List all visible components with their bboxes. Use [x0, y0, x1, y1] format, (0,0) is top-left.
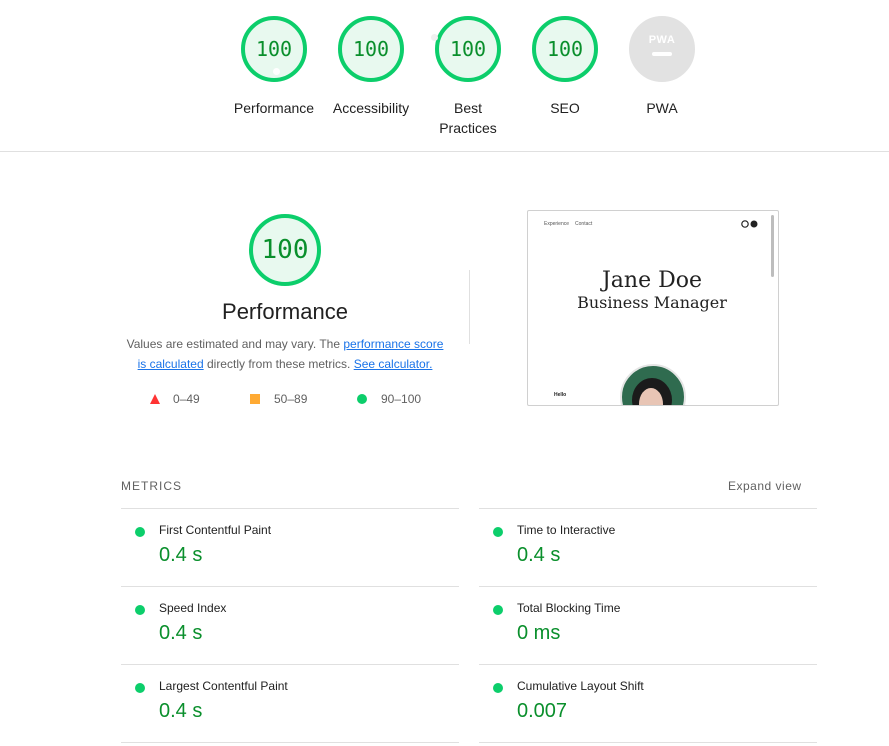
legend-pass: 90–100: [357, 392, 421, 406]
gauge-accessibility[interactable]: 100 Accessibility: [321, 16, 421, 118]
metric-label: Speed Index: [159, 601, 227, 615]
seo-score-ring: 100: [532, 16, 598, 82]
screenshot-role: Business Manager: [577, 293, 727, 312]
seo-score: 100: [546, 37, 584, 61]
fail-triangle-icon: [150, 394, 160, 404]
sparkle-dot: [431, 34, 438, 41]
pass-circle-icon: [135, 527, 145, 537]
metric-value: 0.4 s: [159, 544, 203, 566]
gauge-label-pwa: PWA: [646, 100, 678, 116]
legend-fail-range: 0–49: [173, 392, 200, 406]
pass-circle-icon: [357, 394, 367, 404]
vertical-separator: [469, 270, 470, 344]
gauge-label-performance: Performance: [233, 100, 315, 116]
gauge-best-practices[interactable]: 100 Best Practices: [418, 16, 518, 138]
gauge-performance[interactable]: 100 Performance: [224, 16, 324, 118]
screenshot-hello: Hello: [554, 392, 567, 398]
legend-fail: 0–49: [150, 392, 200, 406]
legend-average: 50–89: [250, 392, 307, 406]
avatar: [620, 364, 686, 405]
gauge-label-accessibility: Accessibility: [332, 100, 410, 116]
pass-circle-icon: [493, 683, 503, 693]
metric-label: Time to Interactive: [517, 523, 616, 537]
category-gauges: 100 Performance 100 Accessibility 100 Be…: [0, 16, 889, 136]
pwa-badge-ring: PWA: [629, 16, 695, 82]
screenshot-social-icons: [741, 220, 759, 230]
gauge-label-seo: SEO: [550, 100, 580, 116]
expand-view-button[interactable]: Expand view: [728, 479, 802, 493]
metric-label: Total Blocking Time: [517, 601, 621, 615]
gauge-pwa[interactable]: PWA PWA: [612, 16, 712, 118]
metric-fcp: First Contentful Paint 0.4 s: [121, 508, 459, 586]
screenshot-scrollbar: [771, 215, 774, 277]
metric-speed-index: Speed Index 0.4 s: [121, 586, 459, 664]
screenshot-name: Jane Doe: [601, 268, 703, 293]
metric-value: 0 ms: [517, 622, 561, 644]
sparkle-dot: [273, 68, 280, 75]
performance-description: Values are estimated and may vary. The p…: [121, 334, 449, 374]
screenshot-nav-item: Contact: [575, 221, 593, 227]
header-divider: [0, 151, 889, 152]
metrics-heading: METRICS: [121, 479, 182, 493]
metric-value: 0.4 s: [159, 700, 203, 722]
see-calculator-link[interactable]: See calculator.: [354, 357, 433, 371]
metric-divider: [479, 742, 817, 743]
performance-main-gauge: 100: [249, 214, 321, 286]
performance-main-score: 100: [261, 235, 309, 265]
pass-circle-icon: [135, 683, 145, 693]
metric-value: 0.4 s: [517, 544, 561, 566]
metric-value: 0.007: [517, 700, 568, 722]
metric-tbt: Total Blocking Time 0 ms: [479, 586, 817, 664]
average-square-icon: [250, 394, 260, 404]
best-practices-score-ring: 100: [431, 16, 501, 82]
accessibility-score-ring: 100: [338, 16, 404, 82]
pass-circle-icon: [135, 605, 145, 615]
gauge-seo[interactable]: 100 SEO: [515, 16, 615, 118]
performance-title: Performance: [222, 299, 348, 324]
metric-lcp: Largest Contentful Paint 0.4 s: [121, 664, 459, 742]
pwa-dash: [652, 52, 672, 56]
score-legend: 0–49 50–89 90–100: [145, 392, 445, 408]
legend-pass-range: 90–100: [381, 392, 422, 406]
gauge-label-best-practices: Best Practices: [439, 100, 497, 136]
metric-cls: Cumulative Layout Shift 0.007: [479, 664, 817, 742]
metric-value: 0.4 s: [159, 622, 203, 644]
performance-score: 100: [255, 37, 293, 61]
metric-label: Largest Contentful Paint: [159, 679, 288, 693]
desc-middle: directly from these metrics.: [203, 357, 354, 371]
metric-divider: [121, 742, 459, 743]
legend-average-range: 50–89: [274, 392, 308, 406]
metric-tti: Time to Interactive 0.4 s: [479, 508, 817, 586]
screenshot-nav: Experience Contact: [544, 221, 598, 227]
accessibility-score: 100: [352, 37, 390, 61]
screenshot-nav-item: Experience: [544, 221, 570, 227]
pwa-badge-icon: PWA: [648, 34, 676, 46]
final-screenshot[interactable]: Experience Contact Jane Doe Business Mana…: [527, 210, 779, 406]
performance-score-ring: 100: [241, 16, 307, 82]
pass-circle-icon: [493, 527, 503, 537]
github-icon: [741, 220, 758, 228]
best-practices-score: 100: [449, 37, 487, 61]
metric-label: Cumulative Layout Shift: [517, 679, 644, 693]
pass-circle-icon: [493, 605, 503, 615]
desc-prefix: Values are estimated and may vary. The: [126, 337, 344, 351]
metric-label: First Contentful Paint: [159, 523, 272, 537]
